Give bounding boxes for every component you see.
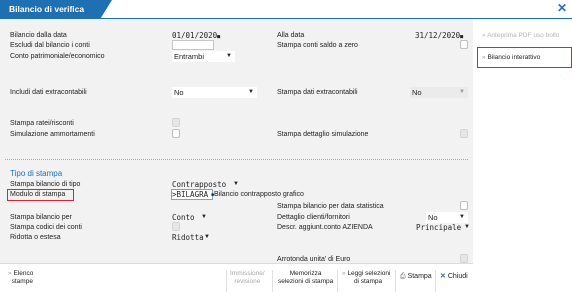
data-to-label: Alla data — [277, 32, 305, 39]
codici-checkbox[interactable] — [172, 222, 180, 231]
chevron-right-icon: » — [482, 32, 486, 39]
dettaglio-sim-label: Stampa dettaglio simulazione — [277, 131, 369, 138]
leggi-button[interactable]: » Leggi selezioni di stampa — [342, 270, 390, 286]
descr-select[interactable]: Principale ▼ — [416, 222, 470, 233]
modulo-description: ■Bilancio contrapposto grafico — [211, 191, 304, 198]
bilancio-interattivo-link[interactable]: » Bilancio interattivo — [482, 54, 540, 61]
divider — [395, 270, 396, 292]
escludi-label: Escludi dal bilancio i conti — [10, 42, 90, 49]
stampa-extra-label: Stampa dati extracontabili — [277, 89, 358, 96]
modulo-code: >BILAGRA — [172, 190, 209, 199]
conto-select[interactable]: Entrambi ▼ — [172, 51, 235, 62]
arrotonda-checkbox[interactable] — [460, 254, 468, 263]
tipo-label: Stampa bilancio di tipo — [10, 181, 81, 188]
window-title: Bilancio di verifica — [0, 0, 112, 18]
includi-extra-label: Includi dati extracontabili — [10, 89, 87, 96]
escludi-input[interactable] — [172, 40, 214, 50]
simulazione-label: Simulazione ammortamenti — [10, 131, 95, 138]
data-from-label: Bilancio dalla data — [10, 32, 67, 39]
divider — [272, 270, 273, 292]
calendar-icon[interactable]: ■ — [217, 34, 220, 40]
side-panel: » Anteprima PDF uso bollo » Bilancio int… — [476, 19, 572, 299]
chevron-right-icon: » — [8, 270, 12, 277]
anteprima-pdf-link[interactable]: » Anteprima PDF uso bollo — [482, 32, 559, 39]
title-bar: Bilancio di verifica ✕ — [0, 0, 572, 19]
divider — [337, 270, 338, 292]
codici-label: Stampa codici dei conti — [10, 224, 82, 231]
memorizza-button[interactable]: Memorizza selezioni di stampa — [278, 270, 333, 286]
chiudi-button[interactable]: ✕ Chiudi — [440, 273, 468, 281]
data-from-input[interactable]: 01/01/2020■ — [172, 31, 220, 40]
data-stat-checkbox[interactable] — [460, 201, 468, 210]
stampa-saldo-zero-label: Stampa conti saldo a zero — [277, 42, 358, 49]
ridotta-select[interactable]: Ridotta ▼ — [172, 232, 210, 243]
stampa-saldo-zero-checkbox[interactable] — [460, 40, 468, 49]
chevron-right-icon: » — [482, 54, 486, 61]
dettaglio-cf-label: Dettaglio clienti/fornitori — [277, 214, 350, 221]
chevron-down-icon: ▼ — [233, 181, 239, 187]
data-to-input[interactable]: 31/12/2020■ — [415, 31, 463, 40]
modulo-label: Modulo di stampa — [10, 191, 66, 198]
close-icon: ✕ — [440, 273, 446, 280]
simulazione-checkbox[interactable] — [172, 129, 180, 138]
chevron-down-icon: ▼ — [201, 214, 207, 220]
divider — [435, 270, 436, 292]
printer-icon: ⎙ — [400, 273, 406, 280]
descr-label: Descr. aggiunt.conto AZIENDA — [277, 224, 373, 231]
chevron-down-icon: ▼ — [248, 89, 254, 95]
ratei-label: Stampa ratei/risconti — [10, 120, 74, 127]
chevron-down-icon: ▼ — [226, 53, 232, 59]
close-icon[interactable]: ✕ — [557, 1, 567, 15]
dettaglio-sim-checkbox[interactable] — [460, 129, 468, 138]
footer-toolbar: » Elenco stampe Immissione/revisione Mem… — [0, 263, 473, 300]
chevron-down-icon: ▼ — [464, 224, 470, 230]
chevron-down-icon: ▼ — [204, 234, 210, 240]
section-separator — [5, 159, 468, 160]
chevron-down-icon: ▼ — [459, 89, 465, 95]
divider — [226, 270, 227, 292]
immissione-button[interactable]: Immissione/revisione — [230, 270, 265, 286]
stampa-extra-select[interactable]: No ▼ — [410, 87, 468, 98]
conto-label: Conto patrimoniale/economico — [10, 53, 105, 60]
arrotonda-label: Arrotonda unita' di Euro — [277, 256, 351, 263]
form-panel: Bilancio dalla data 01/01/2020■ Alla dat… — [0, 19, 473, 263]
tipo-stampa-heading: Tipo di stampa — [10, 169, 63, 178]
per-label: Stampa bilancio per — [10, 214, 72, 221]
elenco-stampe-button[interactable]: » Elenco stampe — [8, 270, 33, 286]
ridotta-label: Ridotta o estesa — [10, 234, 61, 241]
includi-extra-select[interactable]: No ▼ — [172, 87, 257, 98]
ratei-checkbox[interactable] — [172, 118, 180, 127]
stampa-button[interactable]: ⎙ Stampa — [400, 273, 432, 281]
data-stat-label: Stampa bilancio per data statistica — [277, 203, 384, 210]
chevron-right-icon: » — [342, 270, 346, 277]
